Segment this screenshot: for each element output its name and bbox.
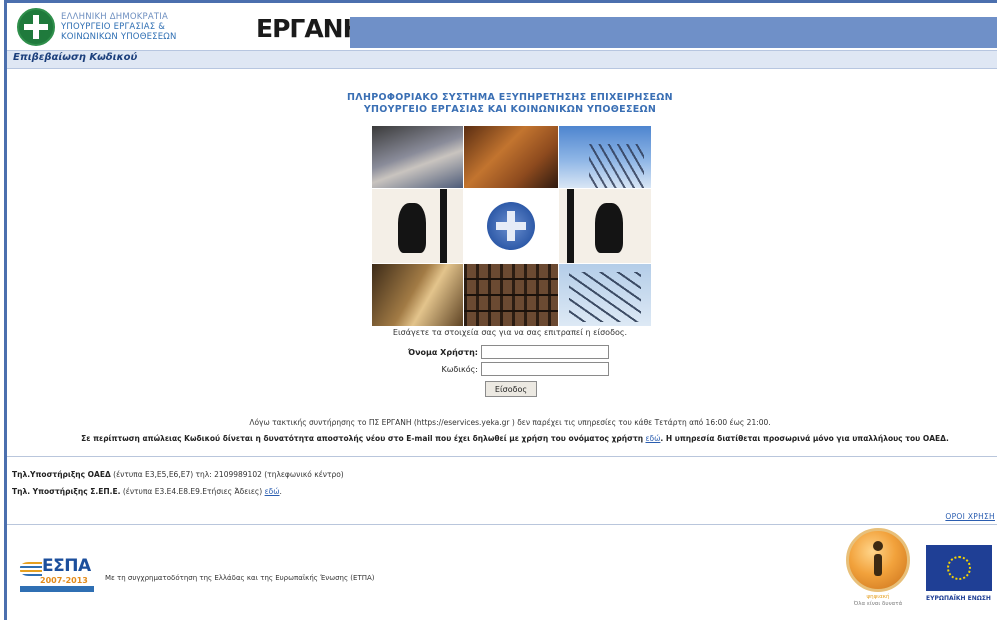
lost-password-note: . Η υπηρεσία διατίθεται προσωρινά μόνο γ… [660, 434, 949, 443]
login-prompt: Εισάγετε τα στοιχεία σας για να σας επιτ… [392, 328, 628, 337]
terms-of-use-link[interactable]: ΟΡΟΙ ΧΡΗΣΗ [945, 512, 995, 521]
password-input[interactable] [481, 362, 609, 376]
username-label: Όνομα Χρήστη: [407, 347, 478, 357]
page-title: Επιβεβαίωση Κωδικού [13, 52, 138, 63]
maintenance-notice: Λόγω τακτικής συντήρησης το ΠΣ ΕΡΓΑΝΗ (h… [249, 418, 771, 427]
oaed-support-label: Τηλ.Υποστήριξης ΟΑΕΔ [12, 470, 111, 479]
username-row: Όνομα Χρήστη: [370, 344, 610, 360]
ministry-name: ΕΛΛΗΝΙΚΗ ΔΗΜΟΚΡΑΤΙΑ ΥΠΟΥΡΓΕΙΟ ΕΡΓΑΣΙΑΣ &… [61, 12, 177, 42]
greek-seal-icon [487, 202, 535, 250]
espa-logo: ΕΣΠΑ 2007-2013 [20, 554, 100, 596]
silhouette-figure [398, 203, 426, 253]
password-row: Κωδικός: [370, 361, 610, 377]
sepe-support-detail: (έντυπα Ε3.Ε4.Ε8.Ε9.Ετήσιες Άδειες) [122, 487, 263, 496]
digital-badge-icon [846, 528, 910, 592]
system-title-line-2: ΥΠΟΥΡΓΕΙΟ ΕΡΓΑΣΙΑΣ ΚΑΙ ΚΟΙΝΩΝΙΚΩΝ ΥΠΟΘΕΣ… [363, 104, 657, 115]
login-button[interactable]: Είσοδος [485, 381, 537, 397]
sepe-support-label: Τηλ. Υποστήριξης Σ.ΕΠ.Ε. [12, 487, 121, 496]
workshop-photo [464, 126, 558, 188]
sepe-support: Τηλ. Υποστήριξης Σ.ΕΠ.Ε. (έντυπα Ε3.Ε4.Ε… [12, 487, 282, 496]
eu-label: ΕΥΡΩΠΑΪΚΗ ΕΝΩΣΗ [926, 595, 991, 602]
divider [7, 524, 997, 525]
header-bar [350, 17, 997, 48]
ministry-line-3: ΚΟΙΝΩΝΙΚΩΝ ΥΠΟΘΕΣΕΩΝ [61, 32, 177, 42]
construction-sky-photo [559, 126, 651, 188]
steel-structure-photo [559, 264, 651, 326]
ministry-line-1: ΕΛΛΗΝΙΚΗ ΔΗΜΟΚΡΑΤΙΑ [61, 12, 168, 22]
photo-collage [372, 126, 651, 326]
espa-years: 2007-2013 [40, 576, 88, 585]
sepe-support-end: . [279, 487, 282, 496]
meeting-photo [372, 264, 463, 326]
eu-flag-icon [926, 545, 992, 591]
silhouette-pole [567, 189, 574, 263]
ergani-mark-icon [247, 16, 257, 40]
lost-password-link[interactable]: εδώ [645, 434, 660, 443]
password-label: Κωδικός: [441, 364, 478, 374]
system-title: ΠΛΗΡΟΦΟΡΙΑΚΟ ΣΥΣΤΗΜΑ ΕΞΥΠΗΡΕΤΗΣΗΣ ΕΠΙΧΕΙ… [250, 92, 770, 116]
oaed-support-detail: (έντυπα Ε3,Ε5,Ε6,Ε7) τηλ: 2109989102 (τη… [113, 470, 344, 479]
title-bar: Επιβεβαίωση Κωδικού [7, 50, 997, 69]
lost-password-notice: Σε περίπτωση απώλειας Κωδικού δίνεται η … [55, 434, 975, 443]
archive-shelves-photo [464, 264, 558, 326]
silhouette-figure [595, 203, 623, 253]
office-workers-photo [372, 126, 463, 188]
espa-waves-icon [20, 562, 42, 576]
digital-line-1: ψηφιακή [866, 594, 890, 600]
cofunding-text: Με τη συγχρηματοδότηση της Ελλάδας και τ… [105, 574, 375, 582]
header: ΕΛΛΗΝΙΚΗ ΔΗΜΟΚΡΑΤΙΑ ΥΠΟΥΡΓΕΙΟ ΕΡΓΑΣΙΑΣ &… [7, 3, 997, 50]
espa-title: ΕΣΠΑ [42, 556, 91, 576]
divider [7, 456, 997, 457]
digital-text: ψηφιακή Όλα είναι δυνατά [842, 594, 914, 608]
ergani-logo[interactable]: ΕΡΓΑΝΗ [247, 9, 364, 47]
ergani-brand: ΕΡΓΑΝΗ [256, 13, 364, 43]
system-title-line-1: ΠΛΗΡΟΦΟΡΙΑΚΟ ΣΥΣΤΗΜΑ ΕΞΥΠΗΡΕΤΗΣΗΣ ΕΠΙΧΕΙ… [347, 92, 673, 103]
greek-emblem-icon [17, 8, 55, 46]
ministry-logo[interactable]: ΕΛΛΗΝΙΚΗ ΔΗΜΟΚΡΑΤΙΑ ΥΠΟΥΡΓΕΙΟ ΕΡΓΑΣΙΑΣ &… [17, 7, 177, 47]
espa-strip [20, 586, 94, 592]
lost-password-text: Σε περίπτωση απώλειας Κωδικού δίνεται η … [81, 434, 644, 443]
oaed-support: Τηλ.Υποστήριξης ΟΑΕΔ (έντυπα Ε3,Ε5,Ε6,Ε7… [12, 470, 344, 479]
frame-left-border [4, 0, 7, 620]
worker-silhouette-right [559, 189, 651, 263]
seal-tile [464, 189, 558, 263]
worker-silhouette-left [372, 189, 463, 263]
username-input[interactable] [481, 345, 609, 359]
eu-logo: ΕΥΡΩΠΑΪΚΗ ΕΝΩΣΗ [926, 545, 997, 615]
ministry-line-2: ΥΠΟΥΡΓΕΙΟ ΕΡΓΑΣΙΑΣ & [61, 22, 166, 32]
sepe-support-link[interactable]: εδώ [265, 487, 280, 496]
digital-line-2: Όλα είναι δυνατά [853, 601, 903, 607]
silhouette-pole [440, 189, 447, 263]
digital-greece-logo: ψηφιακή Όλα είναι δυνατά [842, 528, 914, 618]
